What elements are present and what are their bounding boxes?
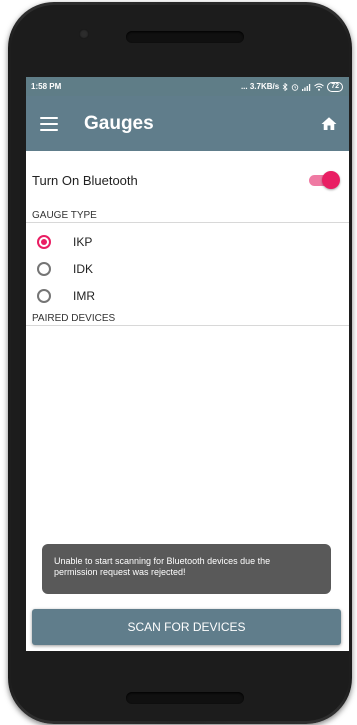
radio-checked-icon (37, 234, 51, 249)
battery-indicator: 72 (327, 81, 343, 92)
gauge-type-radio-group: IKP IDK IMR (26, 223, 349, 312)
radio-option-idk[interactable]: IDK (26, 255, 349, 282)
signal-icon (302, 83, 311, 91)
front-camera (79, 29, 89, 39)
radio-option-ikp[interactable]: IKP (26, 228, 349, 255)
radio-label: IKP (73, 234, 93, 249)
paired-devices-header: PAIRED DEVICES (26, 312, 349, 326)
toggle-thumb (322, 171, 340, 189)
radio-unchecked-icon (37, 261, 51, 276)
bluetooth-label: Turn On Bluetooth (32, 172, 138, 188)
paired-devices-list (26, 326, 349, 556)
status-bar: 1:58 PM ... 3.7KB/s 72 (26, 77, 349, 96)
toast-message: Unable to start scanning for Bluetooth d… (42, 544, 331, 594)
home-icon[interactable] (320, 115, 338, 133)
wifi-icon (314, 83, 325, 91)
app-screen: 1:58 PM ... 3.7KB/s 72 Gauges Turn On Bl… (26, 77, 349, 651)
radio-label: IDK (73, 261, 94, 276)
radio-label: IMR (73, 288, 95, 303)
bluetooth-icon (282, 82, 288, 91)
gauge-type-header: GAUGE TYPE (26, 209, 349, 223)
status-time: 1:58 PM (31, 82, 62, 91)
app-bar: Gauges (26, 96, 349, 151)
top-speaker (126, 31, 244, 43)
status-indicators: ... 3.7KB/s 72 (240, 81, 343, 92)
bottom-speaker (126, 692, 244, 704)
scan-for-devices-button[interactable]: SCAN FOR DEVICES (32, 609, 341, 645)
radio-option-imr[interactable]: IMR (26, 282, 349, 309)
bluetooth-toggle[interactable] (309, 171, 340, 189)
menu-icon[interactable] (40, 116, 58, 131)
radio-unchecked-icon (37, 288, 51, 303)
bluetooth-row: Turn On Bluetooth (26, 151, 349, 209)
network-speed: ... 3.7KB/s (240, 82, 280, 91)
app-title: Gauges (84, 112, 154, 134)
alarm-icon (292, 83, 299, 91)
